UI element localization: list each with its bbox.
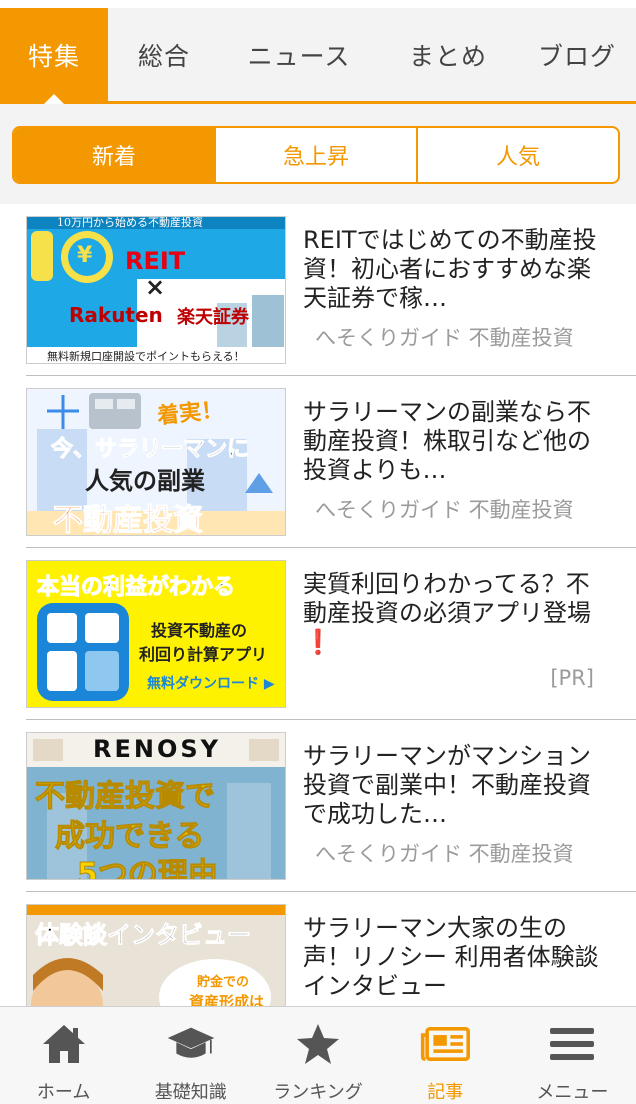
star-icon: [293, 1021, 343, 1066]
tab-label: まとめ: [408, 41, 487, 71]
category-tab-bar: 特集 総合 ニュース まとめ ブログ: [0, 8, 636, 104]
article-source: へそくりガイド 不動産投資: [315, 498, 574, 522]
article-title: REITではじめての不動産投資！初心者におすすめな楽天証券で稼…: [303, 226, 597, 312]
article-item[interactable]: 10万円から始める不動産投資 ¥ REIT × Rakuten 楽天証券 無料新…: [26, 204, 636, 376]
yen-icon: ¥: [77, 243, 93, 268]
thumb-bubble2: 資産形成は: [189, 993, 265, 1006]
thumb-line1: 投資不動産の: [151, 621, 248, 640]
article-thumbnail: 着実！ 今、サラリーマンに 人気の副業 不動産投資: [26, 388, 286, 536]
segment-label: 急上昇: [282, 145, 349, 170]
segment-new[interactable]: 新着: [14, 128, 214, 182]
article-item-ad[interactable]: 本当の利益がわかる 投資不動産の 利回り計算アプリ 無料ダウンロード ▶ 実質利…: [26, 548, 636, 720]
nav-label: 記事: [427, 1082, 464, 1103]
thumb-line2: 人気の副業: [85, 467, 205, 495]
thumb-cta: 無料ダウンロード ▶: [147, 676, 275, 692]
thumb-badge: 着実！: [156, 397, 225, 430]
thumb-brand-jp: 楽天証券: [177, 307, 249, 328]
tab-general[interactable]: 総合: [108, 8, 220, 101]
article-thumbnail: 体験談インタビュー 貯金での 資産形成は: [26, 904, 286, 1006]
article-source: へそくりガイド 不動産投資: [315, 326, 574, 350]
nav-basics[interactable]: 基礎知識: [127, 1007, 254, 1104]
tab-blog[interactable]: ブログ: [518, 8, 636, 101]
article-item[interactable]: RENOSY 不動産投資で 成功できる 5つの理由 サラリーマンがマンション投資…: [26, 720, 636, 892]
nav-home[interactable]: ホーム: [0, 1007, 127, 1104]
thumb-headline: 体験談インタビュー: [35, 921, 252, 950]
newspaper-icon: [420, 1021, 471, 1066]
article-source: へそくりガイド 不動産投資: [315, 842, 574, 866]
rakuten-logo: Rakuten: [69, 303, 163, 327]
thumb-bubble1: 貯金での: [197, 975, 250, 990]
home-icon: [39, 1021, 89, 1066]
article-title: 実質利回りわかってる？不動産投資の必須アプリ登場❗: [303, 570, 603, 657]
article-title: サラリーマンの副業なら不動産投資！株取引など他の投資よりも…: [303, 398, 591, 484]
article-thumbnail: RENOSY 不動産投資で 成功できる 5つの理由: [26, 732, 286, 880]
thumb-top-text: 10万円から始める不動産投資: [57, 216, 203, 229]
tab-label: 総合: [137, 41, 190, 71]
thumb-headline: 本当の利益がわかる: [36, 575, 236, 601]
tab-featured[interactable]: 特集: [0, 8, 108, 104]
thumb-main: REIT: [125, 247, 186, 275]
nav-label: メニュー: [536, 1082, 609, 1103]
segment-trending[interactable]: 急上昇: [214, 128, 416, 182]
article-title: サラリーマンがマンション投資で副業中！不動産投資で成功した…: [303, 742, 591, 828]
tab-label: ブログ: [537, 41, 616, 71]
graduation-cap-icon: [166, 1021, 216, 1066]
tab-summary[interactable]: まとめ: [378, 8, 518, 101]
segment-label: 新着: [91, 145, 136, 170]
thumb-line1: 今、サラリーマンに: [50, 437, 250, 463]
article-item[interactable]: 体験談インタビュー 貯金での 資産形成は サラリーマン大家の生の声！リノシー 利…: [26, 892, 636, 1006]
pr-label: [PR]: [550, 666, 594, 690]
article-title: サラリーマン大家の生の声！リノシー 利用者体験談インタビュー: [303, 914, 599, 1000]
nav-label: ホーム: [36, 1082, 91, 1103]
tab-label: 特集: [27, 41, 80, 71]
thumb-line1: 不動産投資で: [35, 779, 216, 815]
segment-label: 人気: [495, 145, 540, 170]
article-thumbnail: 本当の利益がわかる 投資不動産の 利回り計算アプリ 無料ダウンロード ▶: [26, 560, 286, 708]
tab-news[interactable]: ニュース: [220, 8, 378, 101]
sort-segmented-control: 新着 急上昇 人気: [12, 126, 620, 184]
renosy-logo: RENOSY: [93, 735, 222, 763]
nav-label: 基礎知識: [154, 1082, 227, 1103]
bottom-tab-bar: ホーム 基礎知識 ランキング 記事 メニュー: [0, 1006, 636, 1104]
nav-articles[interactable]: 記事: [382, 1007, 509, 1104]
tab-label: ニュース: [247, 41, 351, 71]
article-thumbnail: 10万円から始める不動産投資 ¥ REIT × Rakuten 楽天証券 無料新…: [26, 216, 286, 364]
exclamation-icon: ❗: [303, 628, 333, 656]
thumb-cross: ×: [145, 273, 166, 301]
article-list: 10万円から始める不動産投資 ¥ REIT × Rakuten 楽天証券 無料新…: [0, 204, 636, 1006]
menu-icon: [547, 1021, 597, 1066]
thumb-line2: 利回り計算アプリ: [139, 645, 268, 664]
sort-segment-area: 新着 急上昇 人気: [0, 104, 636, 204]
segment-popular[interactable]: 人気: [416, 128, 618, 182]
nav-menu[interactable]: メニュー: [509, 1007, 636, 1104]
nav-ranking[interactable]: ランキング: [254, 1007, 381, 1104]
nav-label: ランキング: [273, 1082, 363, 1103]
article-title-text: 実質利回りわかってる？不動産投資の必須アプリ登場: [303, 570, 591, 627]
thumb-bottom-text: 無料新規口座開設でポイントもらえる！: [47, 350, 245, 363]
thumb-line3: 5つの理由: [77, 857, 219, 880]
thumb-line3: 不動産投資: [53, 503, 204, 536]
article-item[interactable]: 着実！ 今、サラリーマンに 人気の副業 不動産投資 サラリーマンの副業なら不動産…: [26, 376, 636, 548]
